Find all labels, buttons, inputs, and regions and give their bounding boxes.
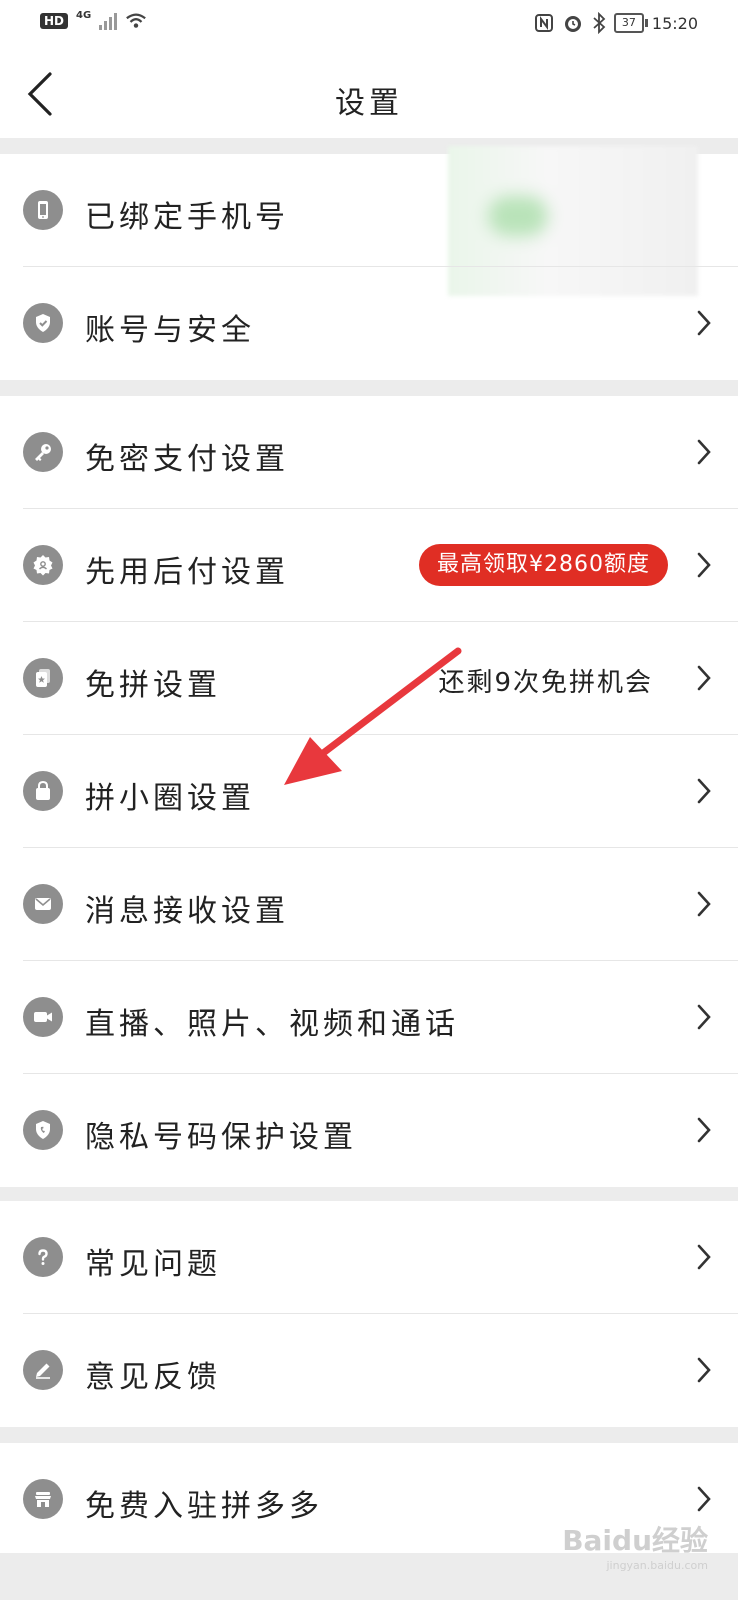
signal-icon [99,12,118,30]
row-label: 消息接收设置 [85,894,289,929]
chevron-right-icon [697,1357,711,1383]
pay-later-row[interactable]: 先用后付设置 最高领取¥2860额度 [0,509,738,622]
row-label: 免密支付设置 [85,442,289,477]
row-label: 账号与安全 [85,313,255,348]
row-label: 意见反馈 [85,1360,221,1395]
phone-icon [23,190,63,230]
row-label: 已绑定手机号 [85,200,289,235]
chevron-right-icon [697,778,711,804]
clock: 15:20 [651,13,698,33]
header: 设置 [0,50,738,138]
chevron-right-icon [697,665,711,691]
bag-icon [23,771,63,811]
row-label: 免费入驻拼多多 [85,1489,323,1524]
password-free-payment-row[interactable]: 免密支付设置 [0,396,738,509]
faq-row[interactable]: 常见问题 [0,1201,738,1314]
page-title: 设置 [335,86,403,121]
badge-icon [23,545,63,585]
remaining-chances-text: 还剩9次免拼机会 [438,668,653,698]
shield-check-icon [23,303,63,343]
key-icon [23,432,63,472]
question-icon [23,1237,63,1277]
battery-indicator: 37 [613,13,648,33]
message-settings-row[interactable]: 消息接收设置 [0,848,738,961]
account-security-row[interactable]: 账号与安全 [0,267,738,380]
privacy-shield-icon [23,1110,63,1150]
credit-promo-badge[interactable]: 最高领取¥2860额度 [419,544,668,586]
bound-phone-row[interactable]: 已绑定手机号 [0,146,738,296]
alarm-icon [564,16,581,32]
chevron-right-icon [697,1244,711,1270]
store-icon [23,1479,63,1519]
card-star-icon [23,658,63,698]
annotation-arrow-icon [284,647,462,785]
chevron-right-icon [697,439,711,465]
chevron-right-icon [697,891,711,917]
wifi-icon [126,13,147,28]
chevron-right-icon [697,552,711,578]
account-section: 已绑定手机号 账号与安全 [0,146,738,380]
help-section: 常见问题 意见反馈 [0,1201,738,1427]
chevron-right-icon [697,1117,711,1143]
row-label: 拼小圈设置 [85,781,255,816]
baidu-watermark: Baidu经验 jingyan.baidu.com [562,1519,708,1572]
hd-badge: HD [40,13,69,29]
live-photo-video-row[interactable]: 直播、照片、视频和通话 [0,961,738,1074]
video-icon [23,997,63,1037]
row-label: 直播、照片、视频和通话 [85,1007,459,1042]
watermark-brand: Baidu经验 [562,1524,708,1557]
watermark-url: jingyan.baidu.com [606,1559,708,1572]
chevron-right-icon [697,310,711,336]
row-label: 先用后付设置 [85,555,289,590]
chevron-right-icon [697,1486,711,1512]
feedback-row[interactable]: 意见反馈 [0,1314,738,1427]
privacy-number-row[interactable]: 隐私号码保护设置 [0,1074,738,1187]
row-label: 隐私号码保护设置 [85,1120,357,1155]
nfc-icon [534,14,553,32]
row-label: 常见问题 [85,1247,221,1282]
network-type: 4G [76,9,92,21]
row-label: 免拼设置 [85,668,221,703]
mail-icon [23,884,63,924]
chevron-right-icon [697,1004,711,1030]
bluetooth-icon [593,12,606,34]
status-bar: HD 4G 37 15:20 [0,0,738,50]
pencil-icon [23,1350,63,1390]
